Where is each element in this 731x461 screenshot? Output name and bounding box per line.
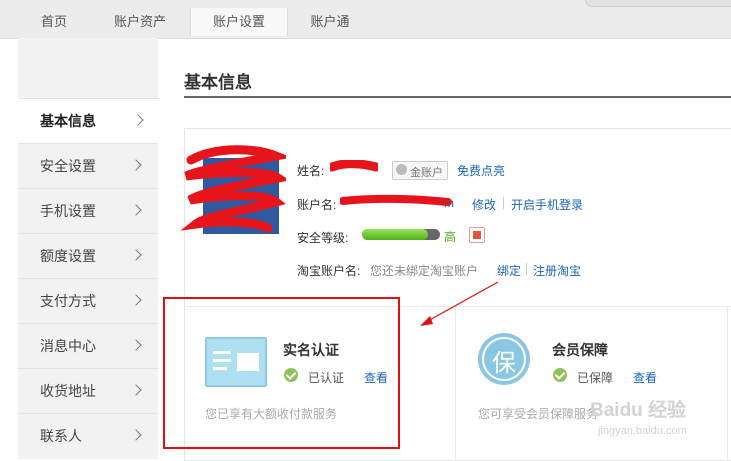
- annotation-arrow: [420, 281, 499, 326]
